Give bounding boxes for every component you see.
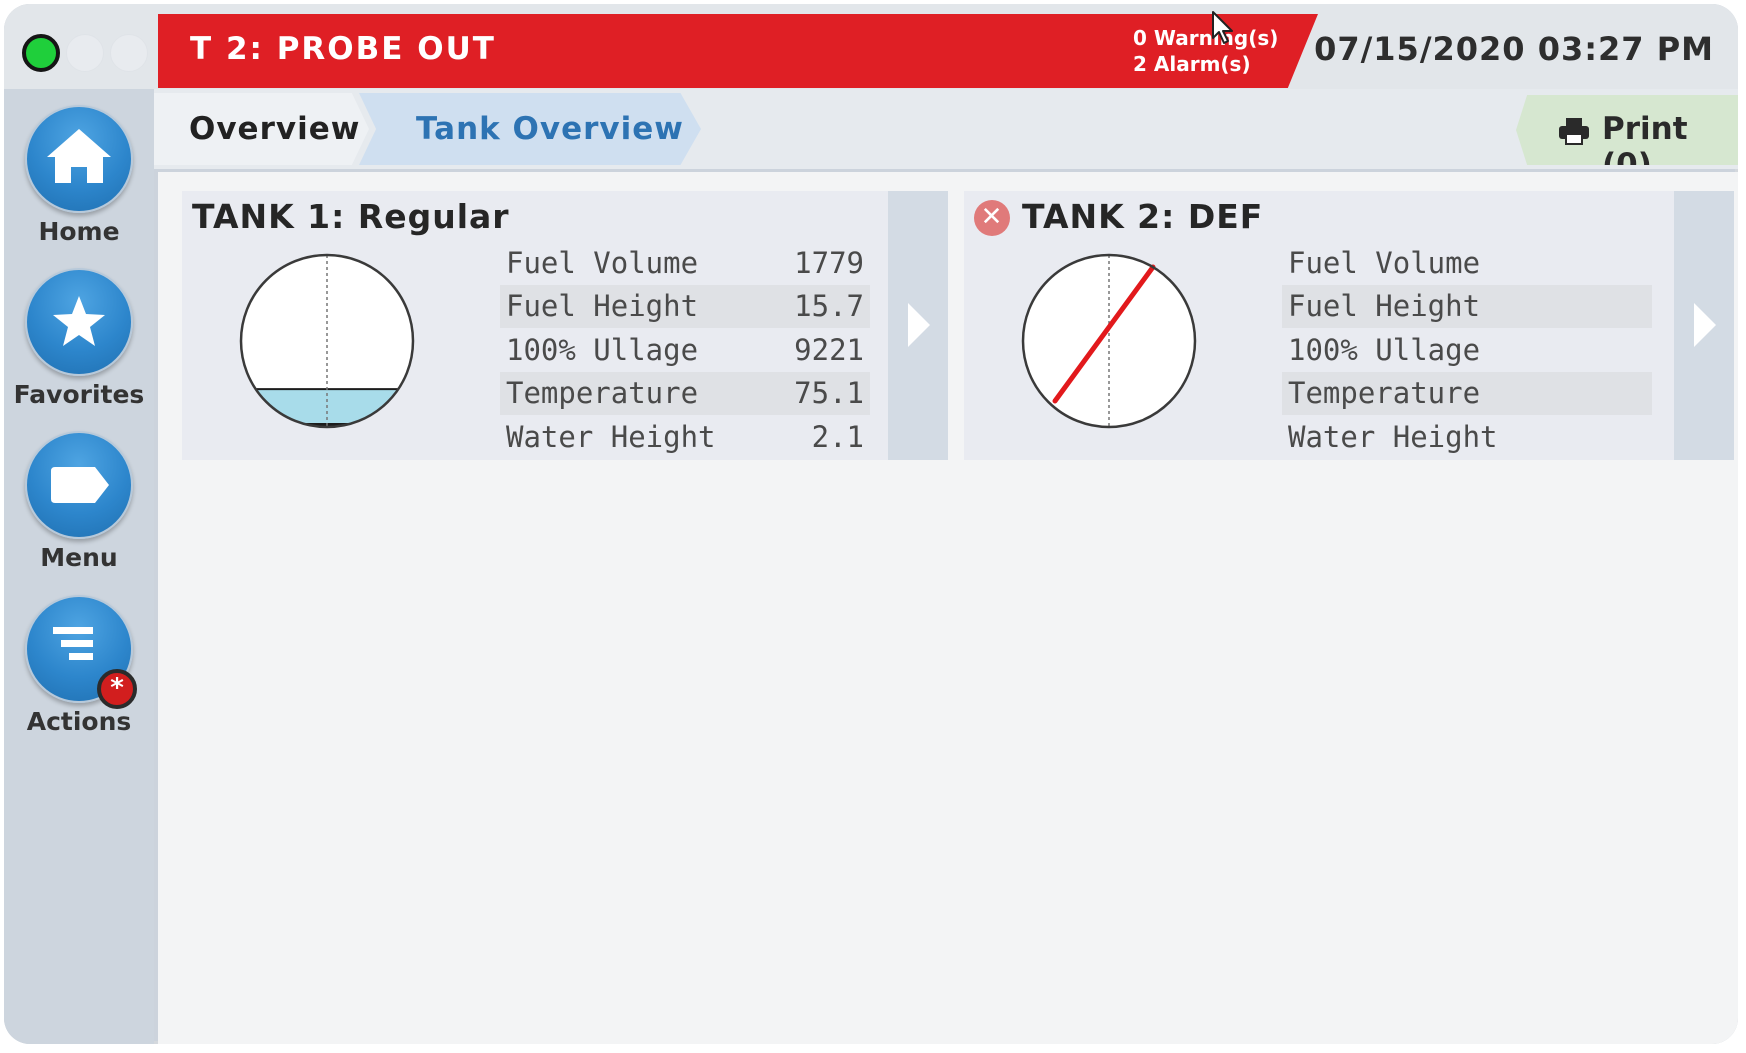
metric-label: Fuel Height	[506, 289, 699, 324]
warning-light-icon	[66, 34, 104, 72]
table-row: Fuel Volume	[1282, 241, 1652, 285]
actions-alert-badge: *	[97, 669, 137, 709]
print-button[interactable]: Print (0)	[1516, 95, 1738, 165]
top-status-bar: T 2: PROBE OUT 0 Warning(s) 2 Alarm(s) 0…	[4, 4, 1738, 89]
sidebar: Home Favorites Menu * Actions	[4, 89, 154, 1044]
table-row: Temperature 75.1	[500, 371, 870, 415]
breadcrumb-overview-label: Overview	[189, 111, 361, 147]
tank-overview-content: TANK 1: Regular Fuel Volume 1779 Fuel Hei…	[158, 172, 1738, 1044]
metric-label: 100% Ullage	[1288, 332, 1481, 367]
menu-tag-icon	[51, 467, 109, 503]
alarm-counts: 0 Warning(s) 2 Alarm(s)	[1133, 25, 1278, 77]
table-row: Fuel Height	[1282, 284, 1652, 328]
breadcrumb-tank-overview[interactable]: Tank Overview	[359, 93, 701, 165]
metric-label: Fuel Volume	[1288, 245, 1481, 280]
table-row: Fuel Volume 1779	[500, 241, 870, 285]
metric-label: Fuel Height	[1288, 289, 1481, 324]
menu-button[interactable]: Menu	[4, 431, 154, 572]
tank-1-title: TANK 1: Regular	[192, 197, 510, 236]
metric-label: Temperature	[1288, 376, 1481, 411]
metric-label: 100% Ullage	[506, 332, 699, 367]
tank-2-details-button[interactable]	[1674, 191, 1734, 460]
tank-1-level-gauge	[239, 253, 415, 429]
actions-button[interactable]: * Actions	[4, 595, 154, 736]
alarm-light-icon	[110, 34, 148, 72]
status-lights	[22, 34, 148, 74]
metric-value: 1779	[794, 245, 864, 280]
home-button[interactable]: Home	[4, 105, 154, 246]
star-icon	[53, 296, 105, 346]
metric-value: 75.1	[794, 376, 864, 411]
metric-value: 15.7	[794, 289, 864, 324]
favorites-label: Favorites	[13, 380, 145, 409]
table-row: 100% Ullage	[1282, 328, 1652, 372]
table-row: Temperature	[1282, 371, 1652, 415]
alarm-count: 2 Alarm(s)	[1133, 52, 1251, 76]
metric-label: Water Height	[1288, 419, 1498, 454]
metric-value: 2.1	[811, 419, 864, 454]
home-label: Home	[38, 217, 120, 246]
alarm-banner[interactable]: T 2: PROBE OUT 0 Warning(s) 2 Alarm(s)	[158, 14, 1318, 88]
metric-value: 9221	[794, 332, 864, 367]
metric-label: Fuel Volume	[506, 245, 699, 280]
tank-2-title-text: TANK 2: DEF	[1022, 197, 1264, 236]
system-ok-light-icon	[22, 34, 60, 72]
chevron-right-icon	[908, 303, 930, 347]
tank-2-title: ✕ TANK 2: DEF	[974, 197, 1263, 236]
error-icon: ✕	[974, 200, 1010, 236]
home-icon	[47, 129, 111, 183]
favorites-button[interactable]: Favorites	[4, 268, 154, 409]
tank-2-probe-out-gauge	[1021, 253, 1197, 429]
warning-count: 0 Warning(s)	[1133, 26, 1279, 50]
breadcrumb-tank-overview-label: Tank Overview	[416, 111, 684, 147]
breadcrumb-overview[interactable]: Overview	[154, 93, 369, 165]
mouse-cursor-icon	[1212, 11, 1233, 44]
chevron-right-icon	[1694, 303, 1716, 347]
table-row: 100% Ullage 9221	[500, 328, 870, 372]
tank-card-2[interactable]: ✕ TANK 2: DEF Fuel Volume Fuel Height 100…	[964, 191, 1734, 460]
actions-label: Actions	[26, 707, 132, 736]
app-frame: T 2: PROBE OUT 0 Warning(s) 2 Alarm(s) 0…	[4, 4, 1738, 1044]
metric-label: Water Height	[506, 419, 716, 454]
tank-1-title-text: TANK 1: Regular	[192, 197, 510, 236]
menu-label: Menu	[40, 543, 118, 572]
alarm-title: T 2: PROBE OUT	[190, 31, 496, 67]
table-row: Water Height 2.1	[500, 415, 870, 459]
table-row: Fuel Height 15.7	[500, 284, 870, 328]
tank-card-1[interactable]: TANK 1: Regular Fuel Volume 1779 Fuel Hei…	[182, 191, 948, 460]
table-row: Water Height	[1282, 415, 1652, 459]
tank-1-details-button[interactable]	[888, 191, 948, 460]
date-time: 07/15/2020 03:27 PM	[1314, 30, 1714, 68]
printer-icon	[1559, 118, 1589, 145]
metric-label: Temperature	[506, 376, 699, 411]
tank-2-metrics: Fuel Volume Fuel Height 100% Ullage Temp…	[1282, 241, 1652, 459]
breadcrumb: Overview Tank Overview Print (0)	[154, 89, 1738, 169]
tank-1-metrics: Fuel Volume 1779 Fuel Height 15.7 100% Ull…	[500, 241, 870, 459]
